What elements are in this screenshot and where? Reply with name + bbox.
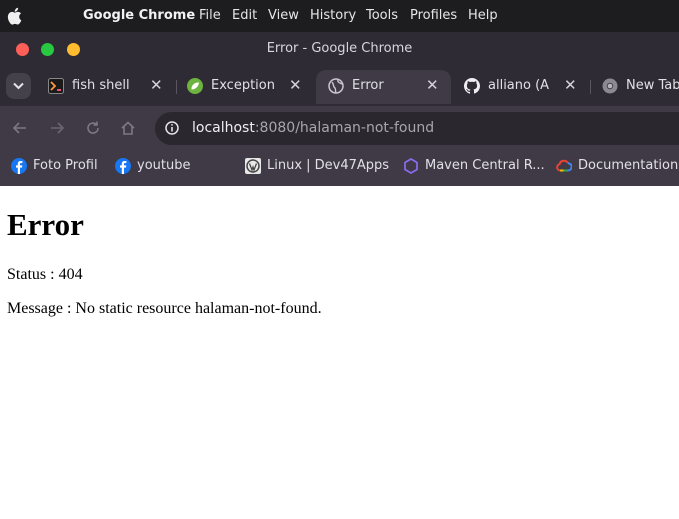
bookmark-label: Maven Central R...: [425, 158, 545, 173]
page-content: Error Status : 404 Message : No static r…: [0, 186, 679, 519]
tab-github-alliano[interactable]: alliano (Alli ✕: [452, 70, 592, 104]
tab-new-tab[interactable]: New Tab: [590, 70, 679, 104]
tab-title: fish shell: [72, 78, 130, 93]
chevron-down-icon: [13, 82, 24, 90]
facebook-icon: [115, 158, 131, 174]
url-path: :8080/halaman-not-found: [254, 120, 435, 136]
tab-title: Error: [352, 78, 384, 93]
tab-error-active[interactable]: Error ✕: [316, 70, 451, 104]
message-line: Message : No static resource halaman-not…: [7, 300, 322, 317]
menu-file[interactable]: File: [199, 8, 221, 23]
url-host: localhost: [192, 120, 255, 136]
maven-icon: [404, 158, 418, 174]
macos-menu-bar: Google Chrome File Edit View History Too…: [0, 0, 679, 32]
spring-icon: [187, 78, 203, 94]
reload-icon[interactable]: [85, 120, 101, 136]
back-arrow-icon[interactable]: [12, 120, 28, 136]
close-icon[interactable]: ✕: [150, 76, 163, 94]
menu-help[interactable]: Help: [468, 8, 498, 23]
home-icon[interactable]: [120, 120, 136, 136]
site-info-icon[interactable]: [165, 121, 179, 135]
globe-icon: [328, 78, 344, 94]
tab-search-button[interactable]: [6, 73, 31, 99]
tab-title: New Tab: [626, 78, 679, 93]
github-icon: [464, 78, 480, 94]
menu-history[interactable]: History: [310, 8, 356, 23]
close-icon[interactable]: ✕: [564, 76, 577, 94]
bookmark-label: youtube: [137, 158, 191, 173]
apple-icon[interactable]: [6, 6, 24, 26]
tab-title: alliano (Alli: [488, 78, 550, 93]
facebook-icon: [11, 158, 27, 174]
close-icon[interactable]: ✕: [426, 76, 439, 94]
menu-profiles[interactable]: Profiles: [410, 8, 457, 23]
forward-arrow-icon[interactable]: [49, 120, 65, 136]
terminal-icon: [48, 78, 64, 94]
menu-view[interactable]: View: [268, 8, 299, 23]
close-icon[interactable]: ✕: [289, 76, 302, 94]
bookmark-label: Documentation...: [578, 158, 679, 173]
menu-edit[interactable]: Edit: [232, 8, 257, 23]
address-bar[interactable]: localhost:8080/halaman-not-found: [155, 112, 679, 145]
tab-exception-handling[interactable]: Exception H ✕: [175, 70, 315, 104]
app-name-menu[interactable]: Google Chrome: [83, 8, 195, 23]
tab-title: Exception H: [211, 78, 279, 93]
page-heading: Error: [7, 207, 84, 242]
window-title: Error - Google Chrome: [266, 41, 413, 56]
wordpress-icon: [245, 158, 261, 174]
url-text[interactable]: localhost:8080/halaman-not-found: [192, 120, 434, 136]
bookmark-label: Foto Profil: [33, 158, 98, 173]
google-cloud-icon: [556, 159, 572, 172]
chrome-icon: [602, 78, 618, 94]
status-line: Status : 404: [7, 266, 83, 283]
menu-tools[interactable]: Tools: [366, 8, 398, 23]
tab-fish-shell[interactable]: fish shell ✕: [36, 70, 176, 104]
bookmark-label: Linux | Dev47Apps: [267, 158, 390, 173]
